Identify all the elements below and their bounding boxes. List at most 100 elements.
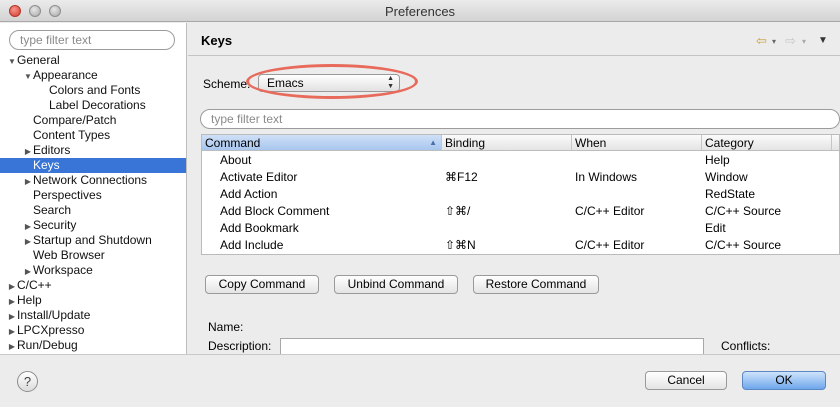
tree-item-label: C/C++ (17, 278, 52, 292)
tree-item[interactable]: ▼Appearance (0, 68, 186, 84)
collapsed-triangle-icon[interactable]: ▶ (7, 324, 17, 339)
cell-category: C/C++ Source (705, 238, 782, 252)
tree-item[interactable]: ▶ Network Connections (0, 173, 186, 189)
table-row[interactable]: About Help (202, 152, 839, 169)
table-row[interactable]: Activate Editor ⌘F12 In Windows Window (202, 169, 839, 186)
cell-when: C/C++ Editor (575, 204, 645, 218)
cancel-button[interactable]: Cancel (645, 371, 727, 390)
collapsed-triangle-icon[interactable]: ▶ (23, 219, 33, 234)
sort-ascending-icon: ▲ (429, 138, 437, 147)
collapsed-triangle-icon[interactable]: ▶ (7, 309, 17, 324)
tree-item[interactable]: ▶ Workspace (0, 263, 186, 279)
cell-category: Window (705, 170, 748, 184)
tree-item[interactable]: Perspectives (0, 188, 186, 203)
cell-category: RedState (705, 187, 756, 201)
collapsed-triangle-icon[interactable]: ▶ (23, 144, 33, 159)
tree-item[interactable]: Web Browser (0, 248, 186, 263)
tree-item[interactable]: ▶ Run/Debug (0, 338, 186, 354)
tree-filter-input[interactable]: type filter text (9, 30, 175, 50)
tree-item-label: Workspace (33, 263, 93, 277)
tree-item-label: Web Browser (33, 248, 105, 262)
tree-item-label: Network Connections (33, 173, 148, 187)
tree-item-label: Label Decorations (49, 98, 146, 112)
collapsed-triangle-icon[interactable]: ▶ (7, 279, 17, 294)
commands-table: Command ▲ Binding When Category About Hel… (201, 134, 840, 255)
ok-button[interactable]: OK (742, 371, 826, 390)
cell-command: Add Bookmark (220, 221, 299, 235)
cell-when: C/C++ Editor (575, 238, 645, 252)
table-row[interactable]: Add Bookmark Edit (202, 220, 839, 237)
tree-item[interactable]: ▶ Install/Update (0, 308, 186, 324)
conflicts-label: Conflicts: (721, 339, 771, 353)
tree-item[interactable]: Compare/Patch (0, 113, 186, 128)
tree-item[interactable]: ▶ C/C++ (0, 278, 186, 294)
back-arrow-icon[interactable]: ⇦ (756, 33, 767, 49)
tree-item-label: Content Types (33, 128, 111, 142)
help-button[interactable]: ? (17, 371, 38, 392)
table-row[interactable]: Add Block Comment ⇧⌘/ C/C++ Editor C/C++ So… (202, 203, 839, 220)
copy-command-button[interactable]: Copy Command (205, 275, 319, 294)
tree-item[interactable]: ▼General (0, 53, 186, 69)
tree-item[interactable]: ▶ LPCXpresso (0, 323, 186, 339)
description-label: Description: (208, 339, 272, 353)
expanded-triangle-icon[interactable]: ▼ (7, 54, 17, 69)
annotation-ellipse (246, 64, 418, 99)
column-header-binding[interactable]: Binding (442, 135, 572, 151)
cell-command: Activate Editor (220, 170, 298, 184)
unbind-command-button[interactable]: Unbind Command (334, 275, 458, 294)
tree-item[interactable]: Colors and Fonts (0, 83, 186, 98)
cell-command: Add Block Comment (220, 204, 330, 218)
tree-item-label: Editors (33, 143, 71, 157)
tree-item-label: Security (33, 218, 77, 232)
tree-item-label: Install/Update (17, 308, 91, 322)
tree-item-label: Run/Debug (17, 338, 78, 352)
collapsed-triangle-icon[interactable]: ▶ (23, 264, 33, 279)
restore-command-button[interactable]: Restore Command (473, 275, 599, 294)
tree-item[interactable]: ▶ Security (0, 218, 186, 234)
column-header-command[interactable]: Command ▲ (202, 135, 442, 151)
cell-command: About (220, 153, 252, 167)
title-divider (188, 55, 840, 56)
tree-item-label: Colors and Fonts (49, 83, 141, 97)
collapsed-triangle-icon[interactable]: ▶ (23, 234, 33, 249)
tree-item[interactable]: ▶ Help (0, 293, 186, 309)
tree-item-label: Help (17, 293, 42, 307)
column-header-extra[interactable] (832, 135, 839, 151)
tree-item-label: General (17, 53, 60, 67)
name-label: Name: (208, 320, 244, 334)
cell-when: In Windows (575, 170, 638, 184)
cell-command: Add Action (220, 187, 278, 201)
table-row[interactable]: Add Include ⇧⌘N C/C++ Editor C/C++ Source (202, 237, 839, 254)
collapsed-triangle-icon[interactable]: ▶ (7, 339, 17, 354)
forward-arrow-icon[interactable]: ⇨ (785, 33, 796, 49)
tree-item[interactable]: ▶ Startup and Shutdown (0, 233, 186, 249)
tree-item-label: Keys (33, 158, 60, 172)
cell-category: C/C++ Source (705, 204, 782, 218)
cell-binding: ⇧⌘N (445, 238, 476, 252)
cell-category: Help (705, 153, 730, 167)
tree-item[interactable]: ▶ Editors (0, 143, 186, 159)
collapsed-triangle-icon[interactable]: ▶ (7, 294, 17, 309)
collapsed-triangle-icon[interactable]: ▶ (23, 174, 33, 189)
page-title: Keys (201, 33, 233, 48)
description-field[interactable] (280, 338, 704, 354)
tree-item-label: Startup and Shutdown (33, 233, 152, 247)
cell-category: Edit (705, 221, 726, 235)
column-header-category[interactable]: Category (702, 135, 832, 151)
cell-binding: ⇧⌘/ (445, 204, 471, 218)
table-row[interactable]: Add Action RedState (202, 186, 839, 203)
command-filter-input[interactable]: type filter text (200, 109, 840, 129)
tree-item[interactable]: Search (0, 203, 186, 218)
tree-item[interactable]: Keys (0, 158, 186, 173)
preference-tree-pane: type filter text ▼General ▼Appearance Colo… (0, 23, 187, 354)
column-header-label: Command (205, 136, 261, 150)
tree-item-label: LPCXpresso (17, 323, 85, 337)
column-header-when[interactable]: When (572, 135, 702, 151)
window-title: Preferences (384, 4, 456, 19)
expanded-triangle-icon[interactable]: ▼ (23, 69, 33, 84)
forward-history-dropdown-icon[interactable]: ▾ (802, 37, 806, 46)
back-history-dropdown-icon[interactable]: ▾ (772, 37, 776, 46)
view-menu-icon[interactable]: ▼ (818, 35, 828, 46)
tree-item[interactable]: Content Types (0, 128, 186, 143)
tree-item[interactable]: Label Decorations (0, 98, 186, 113)
